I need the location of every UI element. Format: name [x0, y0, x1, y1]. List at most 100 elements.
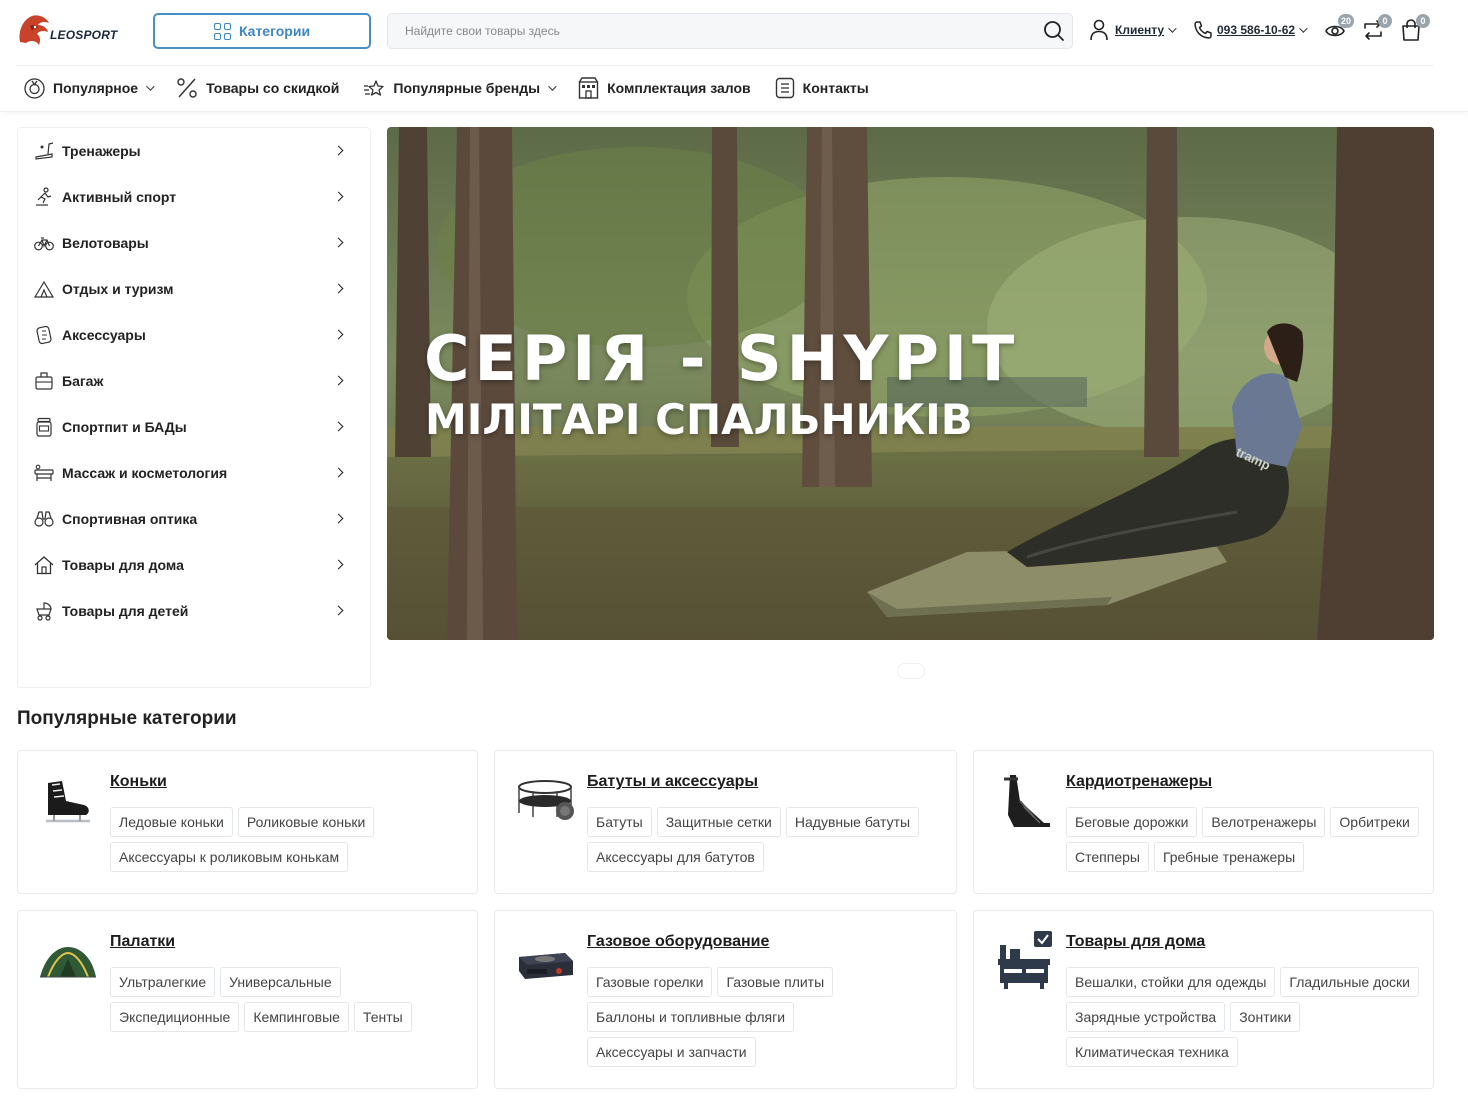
category-tag[interactable]: Степперы — [1066, 842, 1149, 872]
wishlist-button[interactable]: 0 — [1362, 14, 1392, 42]
nav-gym-equipment[interactable]: Комплектация залов — [578, 77, 751, 99]
chevron-right-icon — [333, 605, 344, 616]
sidebar-item-label: Товары для дома — [62, 557, 184, 573]
cart-button[interactable]: 0 — [1400, 14, 1430, 42]
category-tag[interactable]: Тенты — [353, 1002, 412, 1032]
category-tag[interactable]: Гребные тренажеры — [1153, 842, 1305, 872]
nav-discounts[interactable]: Товары со скидкой — [176, 77, 339, 99]
category-card-title[interactable]: Коньки — [110, 773, 167, 791]
category-card-title[interactable]: Газовое оборудование — [587, 933, 769, 951]
category-card-title[interactable]: Палатки — [110, 933, 175, 951]
nav-gym-equipment-label: Комплектация залов — [607, 80, 751, 96]
ice-skate-icon — [46, 781, 90, 823]
category-tag[interactable]: Беговые дорожки — [1066, 807, 1198, 837]
binoculars-icon — [34, 511, 54, 527]
sidebar-item-bicycles[interactable]: Велотовары — [34, 231, 358, 255]
sidebar-item-label: Отдых и туризм — [62, 281, 174, 297]
tag-list: Ультралегкие Универсальные Экспедиционны… — [110, 967, 460, 1037]
sidebar-item-label: Тренажеры — [62, 143, 141, 159]
category-tag[interactable]: Универсальные — [220, 967, 341, 997]
chevron-right-icon — [333, 375, 344, 386]
categories-button[interactable]: Категории — [153, 13, 371, 49]
stepper-machine-icon — [1004, 775, 1050, 827]
dome-tent-icon — [40, 947, 96, 978]
sidebar-item-kids[interactable]: Товары для детей — [34, 599, 358, 623]
stroller-icon — [36, 602, 52, 621]
bicycle-icon — [34, 237, 54, 251]
header-actions: 20 0 0 — [1324, 14, 1430, 42]
logo[interactable]: LEOSPORT — [16, 12, 117, 50]
search-input[interactable] — [388, 24, 1036, 38]
category-tag[interactable]: Велотренажеры — [1202, 807, 1326, 837]
lion-logo-icon — [19, 15, 49, 45]
treadmill-icon — [35, 142, 54, 160]
logo-text: LEOSPORT — [50, 28, 118, 42]
chevron-right-icon — [333, 237, 344, 248]
percent-icon — [177, 78, 197, 98]
category-tag[interactable]: Гладильные доски — [1280, 967, 1419, 997]
sidebar-item-massage[interactable]: Массаж и косметология — [34, 461, 358, 485]
nav-brands[interactable]: Популярные бренды — [363, 78, 557, 98]
compare-count-badge: 20 — [1337, 14, 1354, 28]
category-tag[interactable]: Орбитреки — [1330, 807, 1419, 837]
category-card-tents: Палатки Ультралегкие Универсальные Экспе… — [17, 910, 478, 1089]
category-tag[interactable]: Зарядные устройства — [1066, 1002, 1226, 1032]
chevron-right-icon — [333, 283, 344, 294]
category-tag[interactable]: Газовые плиты — [717, 967, 834, 997]
jar-icon — [36, 417, 52, 437]
nav-popular-label: Популярное — [53, 80, 139, 96]
category-tag[interactable]: Баллоны и топливные фляги — [587, 1002, 795, 1032]
chevron-right-icon — [333, 191, 344, 202]
category-card-title[interactable]: Кардиотренажеры — [1066, 773, 1212, 791]
category-card-title[interactable]: Товары для дома — [1066, 933, 1205, 951]
house-icon — [34, 556, 54, 575]
skater-icon — [36, 187, 52, 206]
sidebar-item-optics[interactable]: Спортивная оптика — [34, 507, 358, 531]
sidebar-item-label: Спортивная оптика — [62, 511, 198, 527]
category-tag[interactable]: Надувные батуты — [785, 807, 920, 837]
category-tag[interactable]: Роликовые коньки — [237, 807, 375, 837]
category-tag[interactable]: Вешалки, стойки для одежды — [1066, 967, 1276, 997]
carousel-dot-active[interactable] — [898, 664, 924, 678]
account-label: Клиенту — [1115, 23, 1165, 37]
category-tag[interactable]: Зонтики — [1230, 1002, 1301, 1032]
category-tag[interactable]: Ледовые коньки — [110, 807, 233, 837]
sidebar-item-accessories[interactable]: Аксессуары — [34, 323, 358, 347]
sidebar-item-tourism[interactable]: Отдых и туризм — [34, 277, 358, 301]
search-bar — [387, 13, 1073, 49]
category-tag[interactable]: Батуты — [587, 807, 652, 837]
sidebar-item-home-goods[interactable]: Товары для дома — [34, 553, 358, 577]
sidebar-item-active-sport[interactable]: Активный спорт — [34, 185, 358, 209]
suitcase-icon — [35, 372, 53, 390]
category-tag[interactable]: Ультралегкие — [110, 967, 216, 997]
chevron-down-icon — [1299, 24, 1308, 33]
compare-button[interactable]: 20 — [1324, 14, 1354, 42]
user-icon — [1090, 19, 1108, 41]
category-tag[interactable]: Защитные сетки — [656, 807, 781, 837]
tent-icon — [34, 280, 54, 298]
category-tag[interactable]: Аксессуары к роликовым конькам — [110, 842, 349, 872]
sidebar-item-nutrition[interactable]: Спортпит и БАДы — [34, 415, 358, 439]
main-nav: Популярное Товары со скидкой Популярные … — [24, 76, 893, 100]
category-tag[interactable]: Аксессуары для батутов — [587, 842, 764, 872]
sidebar-item-luggage[interactable]: Багаж — [34, 369, 358, 393]
category-tag[interactable]: Климатическая техника — [1066, 1037, 1238, 1067]
search-icon[interactable] — [1036, 13, 1072, 49]
chevron-down-icon — [548, 82, 557, 91]
nav-popular[interactable]: Популярное — [24, 77, 155, 99]
categories-button-label: Категории — [238, 23, 311, 39]
category-tag[interactable]: Экспедиционные — [110, 1002, 240, 1032]
account-menu[interactable]: Клиенту — [1089, 19, 1177, 41]
nav-contacts[interactable]: Контакты — [775, 77, 869, 99]
category-tag[interactable]: Кемпинговые — [244, 1002, 349, 1032]
nav-brands-label: Популярные бренды — [393, 80, 541, 96]
tag-list: Батуты Защитные сетки Надувные батуты Ак… — [587, 807, 947, 877]
category-tag[interactable]: Аксессуары и запчасти — [587, 1037, 756, 1067]
phone-menu[interactable]: 093 586-10-62 — [1193, 19, 1308, 41]
sidebar-item-label: Велотовары — [62, 235, 149, 251]
category-tag[interactable]: Газовые горелки — [587, 967, 713, 997]
hero-banner[interactable]: tramp СЕРІЯ - SHYPIT МІЛІТАРІ СПАЛЬНИКІВ — [387, 127, 1434, 640]
sidebar-item-trainers[interactable]: Тренажеры — [34, 139, 358, 163]
category-card-title[interactable]: Батуты и аксессуары — [587, 773, 758, 791]
sidebar-item-label: Багаж — [62, 373, 104, 389]
